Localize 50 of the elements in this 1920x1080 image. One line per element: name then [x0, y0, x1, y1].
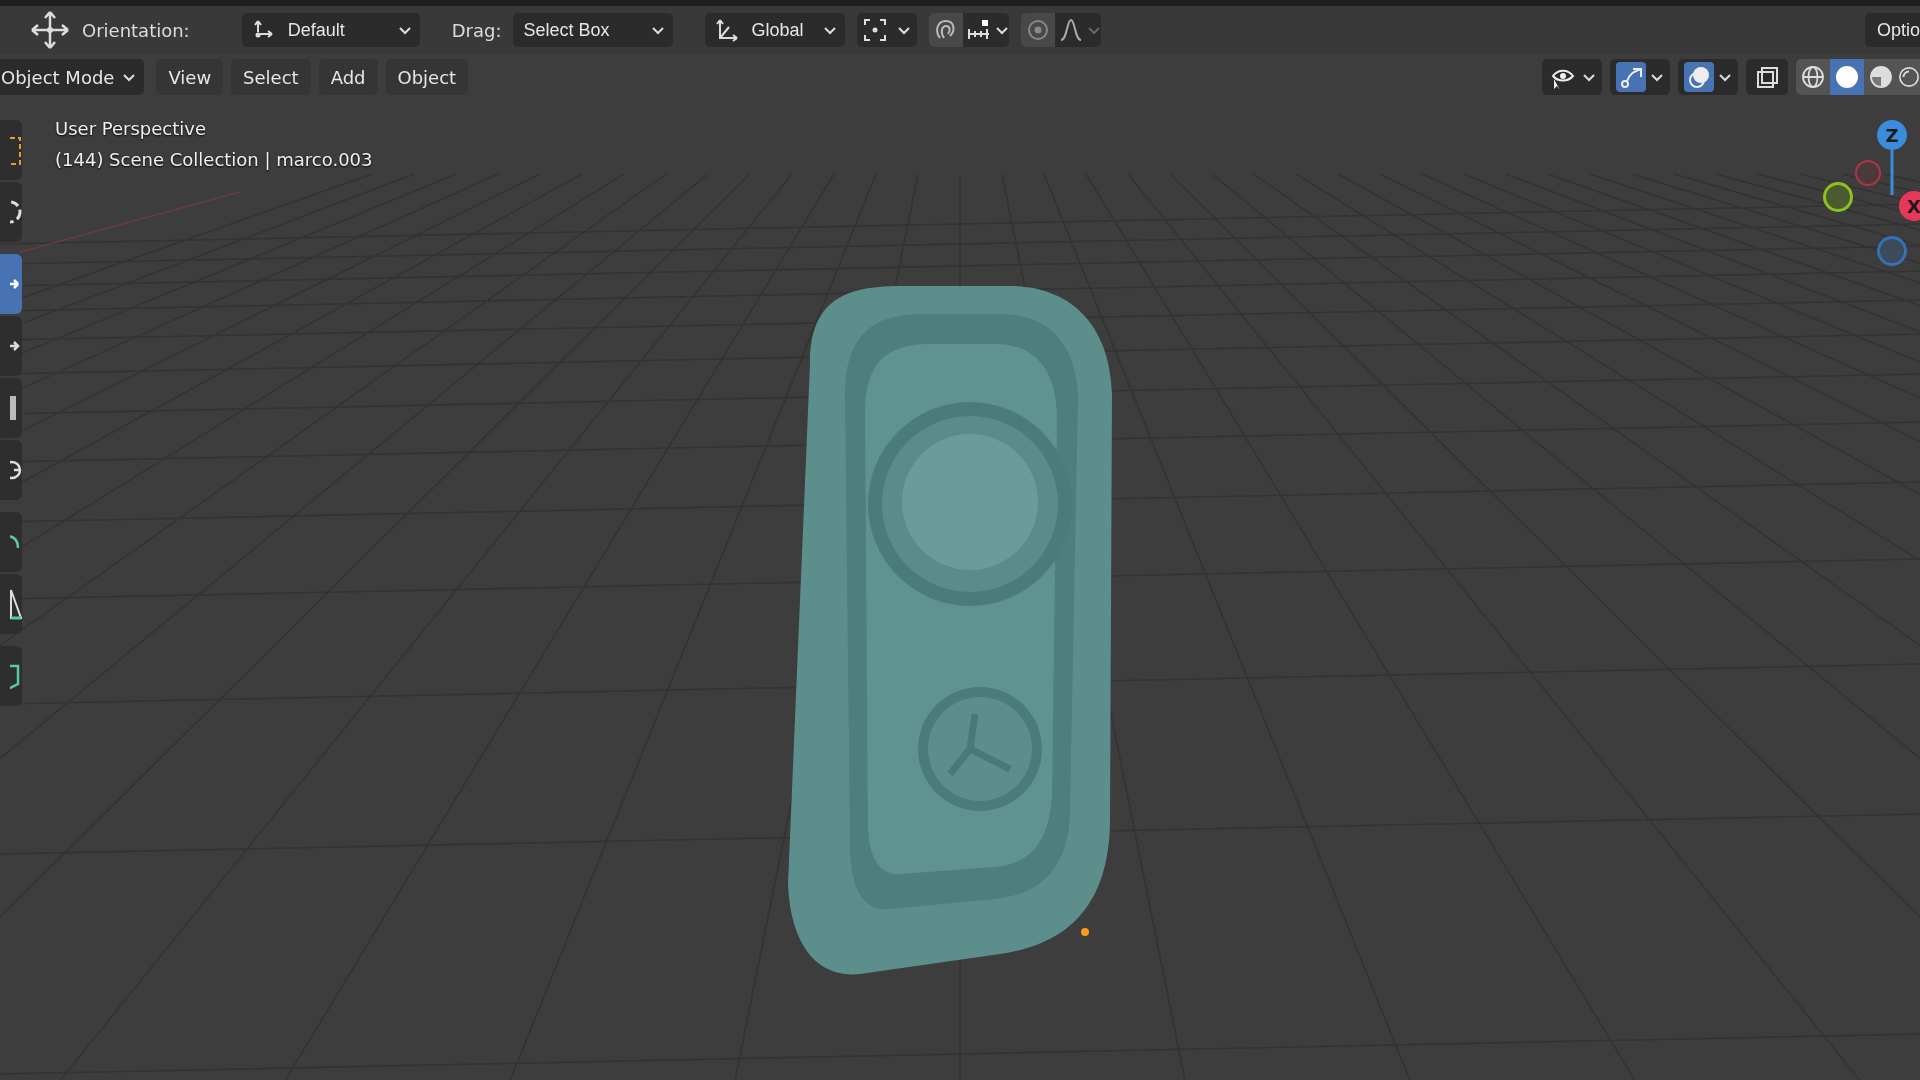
move-arrows-icon: [30, 10, 70, 50]
orientation-dropdown[interactable]: Default: [241, 13, 420, 47]
tool-button[interactable]: [0, 574, 22, 634]
visibility-toggle[interactable]: [1542, 59, 1602, 95]
shading-button[interactable]: [1830, 59, 1864, 95]
shading-button[interactable]: [1796, 59, 1830, 95]
shading-button[interactable]: [1898, 59, 1920, 95]
material-sphere-icon: [1869, 65, 1893, 89]
overlay-toggle[interactable]: [1678, 59, 1738, 95]
menu-item[interactable]: Add: [318, 59, 378, 95]
view-name: User Perspective: [55, 118, 207, 139]
options-button[interactable]: Optio: [1864, 13, 1920, 47]
solid-sphere-icon: [1835, 65, 1859, 89]
menu-item[interactable]: View: [156, 59, 224, 95]
xray-toggle[interactable]: [1746, 59, 1788, 95]
proportional-icon: [1026, 18, 1051, 42]
axes-icon: [715, 18, 740, 42]
tool-button[interactable]: [0, 646, 22, 706]
menu-item[interactable]: Object: [385, 59, 469, 95]
menu-item[interactable]: Select: [231, 59, 311, 95]
tool-button[interactable]: [0, 254, 22, 314]
orientation-label: Orientation:: [82, 19, 190, 41]
snap-control[interactable]: [929, 13, 1010, 47]
rendered-sphere-icon: [1898, 65, 1920, 89]
transform-orientation-dropdown[interactable]: Global: [705, 13, 846, 47]
falloff-curve-icon: [1059, 18, 1084, 42]
axis-z-handle[interactable]: Z: [1877, 120, 1907, 150]
pivot-icon: [863, 18, 888, 42]
tool-button[interactable]: [0, 512, 22, 572]
proportional-edit-control[interactable]: [1021, 13, 1102, 47]
gizmo-toggle[interactable]: [1610, 59, 1670, 95]
tool-button[interactable]: [0, 378, 22, 438]
tool-button[interactable]: [0, 316, 22, 376]
select-box-icon: [10, 134, 22, 166]
tool-button[interactable]: [0, 440, 22, 500]
tool-button[interactable]: [0, 120, 22, 180]
axis-handle[interactable]: [1855, 160, 1881, 186]
wireframe-sphere-icon: [1801, 65, 1825, 89]
axis-x-handle[interactable]: X: [1899, 191, 1920, 221]
axis-handle[interactable]: [1877, 236, 1907, 266]
drag-label: Drag:: [451, 19, 502, 41]
measure-icon: [10, 588, 22, 620]
shading-button[interactable]: [1864, 59, 1898, 95]
drag-dropdown[interactable]: Select Box: [513, 13, 674, 47]
object-info: (144) Scene Collection | marco.003: [55, 149, 373, 170]
tool-button[interactable]: [0, 182, 22, 242]
axis-handle[interactable]: [1823, 182, 1853, 212]
mode-dropdown[interactable]: Object Mode: [0, 59, 145, 95]
increment-icon: [967, 18, 992, 42]
pivot-dropdown[interactable]: [857, 13, 918, 47]
